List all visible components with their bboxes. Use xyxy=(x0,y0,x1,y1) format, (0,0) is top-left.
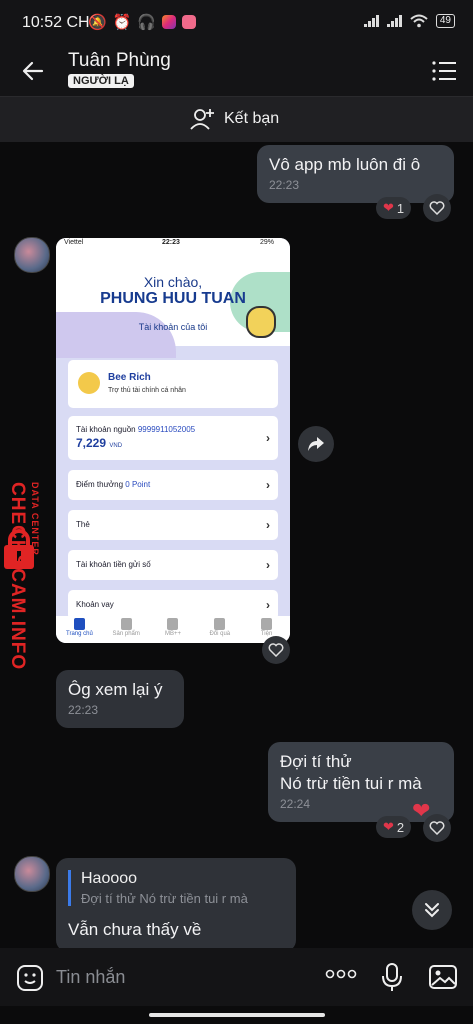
message-text: Vô app mb luôn đi ô xyxy=(269,155,421,174)
forward-button[interactable] xyxy=(298,426,334,462)
home-icon xyxy=(73,618,85,630)
message-text: Ôg xem lại ý xyxy=(68,680,163,699)
message-text-line2: Nó trừ tiền tui r mà xyxy=(280,774,422,793)
reaction-count-pill[interactable]: ❤ 1 xyxy=(376,197,412,219)
add-user-icon xyxy=(190,109,214,130)
image-source-account-card: Tài khoản nguồn 9999911052005 7,229 VND … xyxy=(68,416,278,460)
quoted-message[interactable]: Haoooo Đợi tí thử Nó trừ tiền tui r mà xyxy=(68,870,248,906)
watermark-text: CHECKSCAM.INFO xyxy=(7,482,28,671)
heart-outline-icon xyxy=(268,643,284,657)
image-bottom-nav: Trang chủ Sản phẩm MB++ Đổi quà Tiện xyxy=(56,616,290,643)
signal-icon xyxy=(363,15,379,27)
outgoing-message[interactable]: Vô app mb luôn đi ô 22:23 xyxy=(257,145,454,203)
headphones-icon: 🎧 xyxy=(137,14,157,31)
bee-mascot-icon xyxy=(246,306,276,338)
chat-header: Tuân Phùng NGƯỜI LẠ xyxy=(0,46,473,96)
add-friend-button[interactable]: Kết bạn xyxy=(190,107,279,131)
heart-outline-icon xyxy=(429,821,445,835)
add-friend-label: Kết bạn xyxy=(224,110,280,127)
image-card-card: Thẻ › xyxy=(68,510,278,540)
status-time: 10:52 CH xyxy=(22,14,90,31)
watermark-subtext: DATA CENTER xyxy=(30,482,40,556)
image-status-bar: Viettel 22:23 29% xyxy=(56,238,290,250)
heart-outline-icon xyxy=(429,201,445,215)
chat-area[interactable]: Vô app mb luôn đi ô 22:23 ❤ 1 Viettel 22… xyxy=(0,142,473,952)
reaction-count-pill[interactable]: ❤ 2 xyxy=(376,816,412,838)
alarm-icon: ⏰ xyxy=(112,14,132,31)
home-indicator[interactable] xyxy=(149,1013,325,1017)
chevron-right-icon: › xyxy=(266,518,270,532)
gift-box-icon xyxy=(167,618,179,630)
react-heart-button[interactable] xyxy=(262,636,290,664)
message-input-bar xyxy=(0,948,473,1006)
react-heart-button[interactable] xyxy=(423,814,451,842)
quoted-title: Haoooo xyxy=(81,870,138,887)
message-input[interactable] xyxy=(56,964,296,990)
reaction-count: 2 xyxy=(396,819,405,835)
image-savings-card: Tài khoản tiền gửi số › xyxy=(68,550,278,580)
mute-bell-icon: 🔕 xyxy=(88,14,107,31)
signal-icon-2 xyxy=(386,15,402,27)
shared-image[interactable]: Viettel 22:23 29% Xin chào, PHUNG HUU TU… xyxy=(56,238,290,643)
stranger-badge: NGƯỜI LẠ xyxy=(68,74,134,88)
quoted-text: Đợi tí thử Nó trừ tiền tui r mà xyxy=(81,891,248,906)
microphone-icon[interactable] xyxy=(380,962,404,992)
image-bee-rich-card: Bee Rich Trợ thủ tài chính cá nhân xyxy=(68,360,278,408)
scroll-to-bottom-button[interactable] xyxy=(412,890,452,930)
message-time: 22:23 xyxy=(68,703,99,717)
more-options-icon[interactable] xyxy=(325,968,357,980)
reply-text: Vẫn chưa thấy về xyxy=(68,920,202,939)
forward-arrow-icon xyxy=(308,437,324,451)
image-gallery-icon[interactable] xyxy=(428,964,458,990)
double-chevron-down-icon xyxy=(425,903,439,918)
react-heart-button[interactable] xyxy=(423,194,451,222)
reaction-count: 1 xyxy=(396,200,405,216)
contact-avatar[interactable] xyxy=(14,856,50,892)
message-time: 22:23 xyxy=(269,178,300,192)
chevron-right-icon: › xyxy=(266,558,270,572)
menu-list-icon[interactable] xyxy=(431,60,457,82)
image-points-card: Điểm thưởng 0 Point › xyxy=(68,470,278,500)
heart-reaction-icon: ❤ xyxy=(383,200,394,215)
instagram-icon xyxy=(162,15,177,29)
grid-icon xyxy=(261,618,273,630)
app-notification-icon xyxy=(182,15,197,29)
contact-avatar[interactable] xyxy=(14,237,50,273)
message-text-line1: Đợi tí thử xyxy=(280,752,352,771)
battery-icon: 49 xyxy=(435,14,455,28)
chevron-right-icon: › xyxy=(266,478,270,492)
status-notification-icons: 🔕 ⏰ 🎧 xyxy=(88,13,197,31)
reply-message[interactable]: Haoooo Đợi tí thử Nó trừ tiền tui r mà V… xyxy=(56,858,296,952)
incoming-message[interactable]: Ôg xem lại ý 22:23 xyxy=(56,670,184,728)
status-right: 49 xyxy=(363,14,455,28)
add-friend-bar: Kết bạn xyxy=(0,96,473,144)
exchange-icon xyxy=(214,618,226,630)
folder-icon xyxy=(120,618,132,630)
heart-reaction-icon: ❤ xyxy=(383,819,394,834)
image-greeting-section: Xin chào, PHUNG HUU TUAN Tài khoản của t… xyxy=(56,250,290,358)
bee-avatar-icon xyxy=(78,372,100,394)
chevron-right-icon: › xyxy=(266,431,270,445)
back-arrow-icon[interactable] xyxy=(20,58,46,84)
contact-name[interactable]: Tuân Phùng xyxy=(68,50,171,72)
wifi-icon xyxy=(410,14,428,28)
gesture-bar-area xyxy=(0,1006,473,1024)
sticker-emoji-icon[interactable] xyxy=(16,964,44,992)
status-bar: 10:52 CH 🔕 ⏰ 🎧 49 xyxy=(0,0,473,46)
